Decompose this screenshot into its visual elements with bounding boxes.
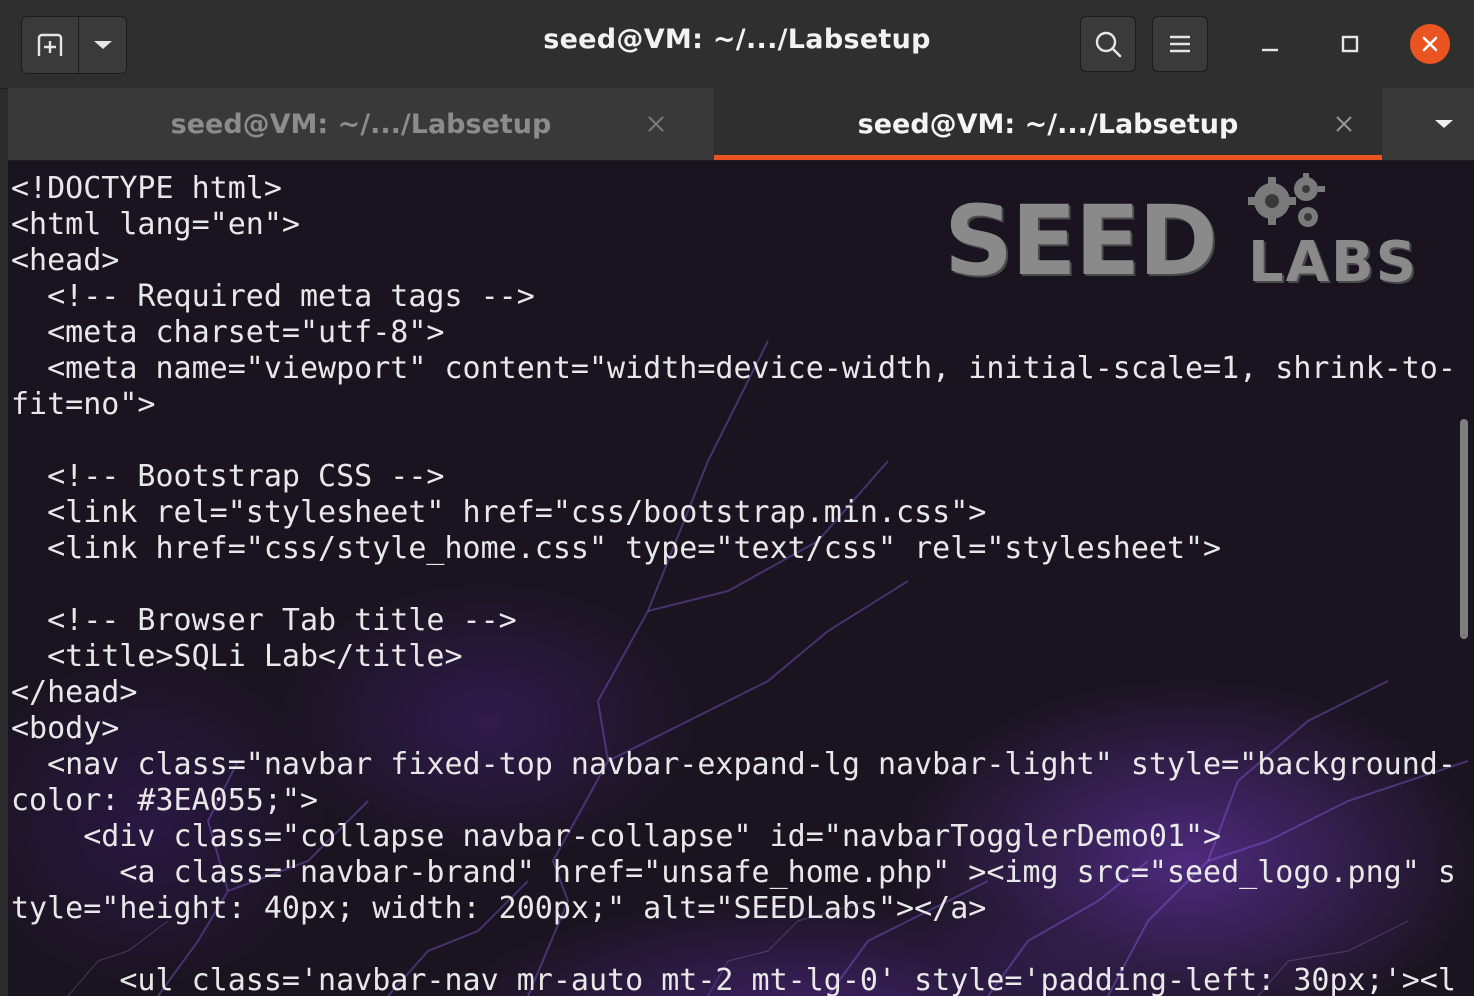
close-window-button[interactable] [1410,24,1450,64]
terminal-line: <!DOCTYPE html> [11,171,282,206]
terminal-line: <link href="css/style_home.css" type="te… [11,531,1222,566]
terminal-line: <div class="collapse navbar-collapse" id… [11,819,1222,854]
close-icon [648,116,664,132]
minimize-button[interactable] [1250,24,1290,64]
terminal-scrollbar[interactable] [1460,419,1468,639]
terminal-line: <!-- Browser Tab title --> [11,603,517,638]
tab-2-active[interactable]: seed@VM: ~/.../Labsetup [714,88,1382,160]
menu-button[interactable] [1152,16,1208,72]
tab-close-button[interactable] [1330,110,1358,138]
tab-bar: seed@VM: ~/.../Labsetup seed@VM: ~/.../L… [8,88,1474,161]
terminal-line: <head> [11,243,120,278]
chevron-down-icon [1435,120,1453,128]
close-button-circle [1410,24,1450,64]
terminal-line: <ul class='navbar-nav mr-auto mt-2 mt-lg… [11,963,1456,996]
terminal-line: <meta charset="utf-8"> [11,315,445,350]
terminal-line: fit=no"> [11,387,156,422]
maximize-button[interactable] [1330,24,1370,64]
maximize-icon [1341,35,1359,53]
terminal-view[interactable]: SEED LABS <!DOCTYPE html> <html lang="en"… [8,161,1474,996]
search-button[interactable] [1080,16,1136,72]
minimize-icon [1262,48,1278,52]
terminal-line: <body> [11,711,120,746]
terminal-line: <!-- Bootstrap CSS --> [11,459,445,494]
terminal-line: <html lang="en"> [11,207,300,242]
terminal-line: color: #3EA055;"> [11,783,319,818]
tab-1[interactable]: seed@VM: ~/.../Labsetup [8,88,714,160]
tab-close-button[interactable] [642,110,670,138]
close-icon [1422,36,1438,52]
terminal-window: seed@VM: ~/.../Labsetup seed@VM: ~/.../L… [0,0,1474,996]
hamburger-menu-icon [1170,35,1190,53]
tab-label: seed@VM: ~/.../Labsetup [170,108,552,140]
tab-label: seed@VM: ~/.../Labsetup [857,108,1239,140]
active-tab-indicator [714,155,1382,160]
terminal-line: <!-- Required meta tags --> [11,279,535,314]
terminal-line: tyle="height: 40px; width: 200px;" alt="… [11,891,987,926]
search-icon [1095,31,1122,58]
terminal-line: </head> [11,675,138,710]
terminal-line: <nav class="navbar fixed-top navbar-expa… [11,747,1456,782]
tab-list-button[interactable] [1428,112,1460,136]
close-icon [1336,116,1352,132]
terminal-line: <link rel="stylesheet" href="css/bootstr… [11,495,987,530]
terminal-line: <meta name="viewport" content="width=dev… [11,351,1456,386]
terminal-output: <!DOCTYPE html> <html lang="en"> <head> <!… [11,171,1456,996]
header-bar: seed@VM: ~/.../Labsetup [0,0,1474,89]
terminal-line: <title>SQLi Lab</title> [11,639,463,674]
terminal-line: <a class="navbar-brand" href="unsafe_hom… [11,855,1456,890]
